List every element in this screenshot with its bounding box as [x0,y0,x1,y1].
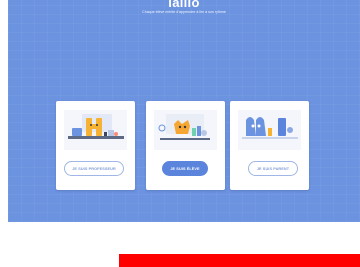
role-selection: JE SUIS PROFESSEUR JE SUIS ÉLÈVE JE SUIS… [56,101,311,190]
teacher-card[interactable]: JE SUIS PROFESSEUR [56,101,135,190]
parent-illustration [238,110,301,150]
parent-card[interactable]: JE SUIS PARENT [230,101,309,190]
teacher-button[interactable]: JE SUIS PROFESSEUR [64,161,124,176]
tagline: Chaque élève mérite d'apprendre à lire à… [142,10,226,14]
parent-button[interactable]: JE SUIS PARENT [248,161,298,176]
app-logo: lalilo [168,0,200,10]
teacher-illustration [64,110,127,150]
student-illustration [154,110,217,150]
student-card[interactable]: JE SUIS ÉLÈVE [146,101,225,190]
bottom-red-bar [119,254,360,267]
student-button[interactable]: JE SUIS ÉLÈVE [162,161,208,176]
